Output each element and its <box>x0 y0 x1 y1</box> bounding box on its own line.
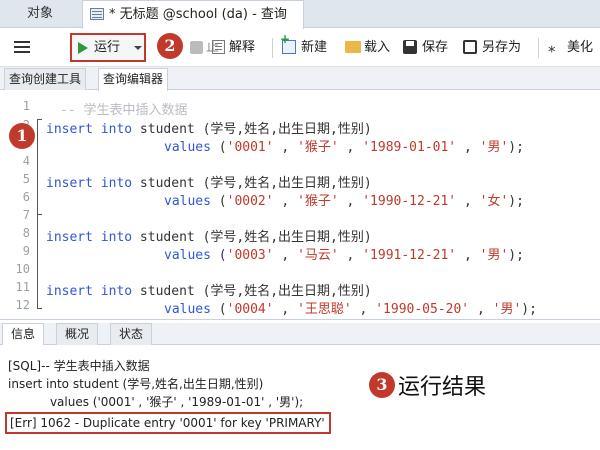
line-number: 6 <box>22 190 30 204</box>
run-label: 运行 <box>94 40 121 55</box>
value-gender: '男' <box>479 248 509 263</box>
keyword-into: into <box>100 284 133 299</box>
toolbar-divider <box>272 38 273 58</box>
sql-comment: -- 学生表中插入数据 <box>60 103 188 118</box>
value-gender: '男' <box>492 302 522 317</box>
save-button[interactable]: 保存 <box>422 36 448 60</box>
keyword-into: into <box>100 230 133 245</box>
tab-query-builder[interactable]: 查询创建工具 <box>4 68 87 90</box>
value-id: '0001' <box>226 140 274 155</box>
load-button[interactable]: 载入 <box>364 36 390 60</box>
editor-subtabs: 查询创建工具 查询编辑器 <box>0 67 600 91</box>
save-as-icon <box>463 40 477 54</box>
line-number: 7 <box>22 208 30 222</box>
line-number: 9 <box>22 244 30 258</box>
beautify-wand-icon: ⁎ <box>548 38 556 56</box>
query-toolbar: 运行 止 解释 新建 载入 保存 另存为 ⁎ 美化 <box>0 29 600 67</box>
keyword-into: into <box>100 176 133 191</box>
tab-query-editor[interactable]: 查询编辑器 <box>98 68 169 91</box>
annotation-badge-2: 2 <box>157 33 183 59</box>
toolbar-divider <box>538 38 539 58</box>
error-message: [Err] 1062 - Duplicate entry '0001' for … <box>5 412 331 434</box>
keyword-values: values <box>164 194 211 209</box>
insert-statement-line: insert into student (学号,姓名,出生日期,性别) <box>46 118 372 137</box>
annotation-result-label: 运行结果 <box>398 375 487 400</box>
insert-statement-line: insert into student (学号,姓名,出生日期,性别) <box>46 226 372 245</box>
keyword-insert: insert <box>46 122 93 137</box>
table-name: student <box>132 176 203 191</box>
keyword-values: values <box>164 302 211 317</box>
keyword-insert: insert <box>46 176 93 191</box>
column-list: (学号,姓名,出生日期,性别) <box>202 122 372 137</box>
annotation-badge-1: 1 <box>9 123 35 149</box>
keyword-values: values <box>164 248 211 263</box>
value-id: '0004' <box>226 302 274 317</box>
value-birth: '1991-12-21' <box>362 248 457 263</box>
line-number: 12 <box>15 298 30 312</box>
value-name: '马云' <box>297 248 339 263</box>
values-line: values ('0003' , '马云' , '1991-12-21' , '… <box>164 248 524 263</box>
column-list: (学号,姓名,出生日期,性别) <box>202 176 372 191</box>
table-name: student <box>132 122 203 137</box>
values-line: values ('0002' , '猴子' , '1990-12-21' , '… <box>164 194 524 209</box>
line-number: 10 <box>15 262 30 276</box>
value-id: '0003' <box>226 248 274 263</box>
keyword-values: values <box>164 140 211 155</box>
line-number: 4 <box>22 154 30 168</box>
line-number: 5 <box>22 172 30 186</box>
beautify-button[interactable]: 美化 <box>567 36 593 60</box>
line-number: 11 <box>15 280 30 294</box>
tab-info[interactable]: 信息 <box>2 323 45 345</box>
values-line: values ('0004' , '王思聪' , '1990-05-20' , … <box>164 302 537 317</box>
keyword-insert: insert <box>46 284 93 299</box>
window-tab-strip: 对象 * 无标题 @school (da) - 查询 <box>0 0 600 29</box>
keyword-into: into <box>100 122 133 137</box>
tab-status[interactable]: 状态 <box>110 323 153 345</box>
result-panel-tabs: 信息 概况 状态 <box>0 323 600 345</box>
chevron-down-icon[interactable] <box>134 46 142 50</box>
folder-icon <box>345 41 361 53</box>
sql-editor[interactable]: 1 2 3 4 5 6 7 8 9 10 11 12 -- 学生表中插入数据 i… <box>0 91 600 320</box>
hamburger-menu-icon[interactable] <box>14 41 30 53</box>
table-name: student <box>132 284 203 299</box>
save-icon <box>403 40 417 54</box>
value-birth: '1990-12-21' <box>362 194 457 209</box>
value-name: '猴子' <box>297 140 339 155</box>
column-list: (学号,姓名,出生日期,性别) <box>202 284 372 299</box>
code-fold-bracket <box>37 119 43 309</box>
keyword-insert: insert <box>46 230 93 245</box>
output-sql-insert: insert into student (学号,姓名,出生日期,性别) <box>8 377 264 391</box>
tab-objects[interactable]: 对象 <box>0 0 80 28</box>
tab-profile[interactable]: 概况 <box>56 323 99 345</box>
output-sql-values: values ('0001' , '猴子' , '1989-01-01' , '… <box>8 395 304 409</box>
annotation-badge-3: 3 <box>369 372 395 398</box>
output-sql-comment: [SQL]-- 学生表中插入数据 <box>8 359 150 373</box>
explain-icon <box>212 40 225 54</box>
stop-icon <box>190 41 203 54</box>
value-gender: '男' <box>479 140 509 155</box>
table-name: student <box>132 230 203 245</box>
save-as-button[interactable]: 另存为 <box>482 36 521 60</box>
value-birth: '1990-05-20' <box>375 302 470 317</box>
line-number: 1 <box>22 99 30 113</box>
value-id: '0002' <box>226 194 274 209</box>
insert-statement-line: insert into student (学号,姓名,出生日期,性别) <box>46 280 372 299</box>
line-number: 8 <box>22 226 30 240</box>
value-gender: '女' <box>479 194 509 209</box>
tab-query[interactable]: * 无标题 @school (da) - 查询 <box>82 0 304 29</box>
value-name: '王思聪' <box>297 302 352 317</box>
value-birth: '1989-01-01' <box>362 140 457 155</box>
value-name: '猴子' <box>297 194 339 209</box>
insert-statement-line: insert into student (学号,姓名,出生日期,性别) <box>46 172 372 191</box>
play-icon <box>78 42 88 54</box>
query-tab-title: * 无标题 @school (da) - 查询 <box>109 7 287 22</box>
new-button[interactable]: 新建 <box>301 36 327 60</box>
new-query-icon <box>280 32 296 54</box>
values-line: values ('0001' , '猴子' , '1989-01-01' , '… <box>164 140 524 155</box>
query-icon <box>90 8 104 20</box>
run-button[interactable]: 运行 <box>70 33 146 62</box>
explain-button[interactable]: 解释 <box>229 36 255 60</box>
column-list: (学号,姓名,出生日期,性别) <box>202 230 372 245</box>
